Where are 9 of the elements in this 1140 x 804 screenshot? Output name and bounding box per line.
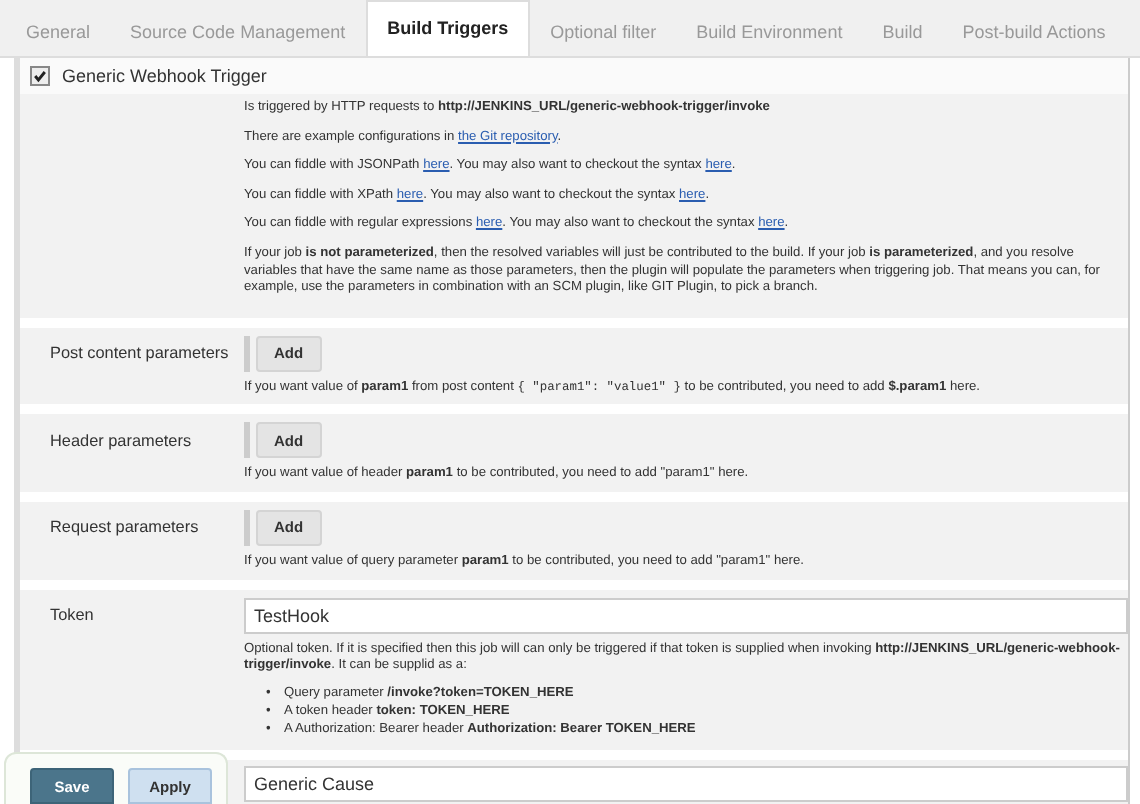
token-field[interactable]: TestHook [244, 597, 1128, 634]
tab[interactable]: Build Triggers [365, 0, 531, 56]
trigger-label: Generic Webhook Trigger [62, 66, 267, 86]
cause-field[interactable]: Generic Cause [244, 765, 1128, 802]
field-label: Header parameters [48, 431, 194, 450]
field-label: Request parameters [48, 518, 201, 537]
field-label: Token [48, 606, 96, 625]
checkbox[interactable] [30, 66, 50, 86]
field-label: Post content parameters [48, 344, 231, 363]
